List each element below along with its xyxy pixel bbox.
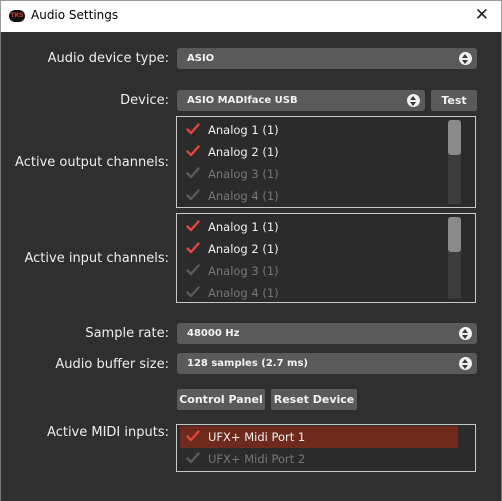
input-channel-item[interactable]: Analog 2 (1) [180, 238, 458, 260]
midi-input-item[interactable]: UFX+ Midi Port 1 [180, 426, 458, 448]
input-channel-label: Analog 1 (1) [208, 220, 279, 234]
device-type-select[interactable]: ASIO [177, 48, 477, 69]
output-channel-label: Analog 3 (1) [208, 167, 279, 181]
dropdown-arrows-icon [407, 94, 420, 107]
input-channels-label: Active input channels: [24, 251, 169, 266]
input-channel-label: Analog 4 (1) [208, 286, 279, 300]
input-channels-list: Analog 1 (1) Analog 2 (1) Analog 3 (1) A… [176, 213, 476, 303]
device-value: ASIO MADIface USB [187, 95, 298, 106]
midi-inputs-label: Active MIDI inputs: [47, 425, 169, 440]
output-channel-label: Analog 2 (1) [208, 145, 279, 159]
output-channels-label: Active output channels: [15, 155, 169, 170]
output-channel-item[interactable]: Analog 2 (1) [180, 141, 458, 163]
checkmark-icon[interactable] [186, 166, 200, 180]
buffer-size-select[interactable]: 128 samples (2.7 ms) [177, 353, 477, 374]
checkmark-icon[interactable] [186, 451, 200, 465]
output-channels-list: Analog 1 (1) Analog 2 (1) Analog 3 (1) A… [176, 116, 476, 208]
checkmark-icon[interactable] [186, 263, 200, 277]
midi-input-label: UFX+ Midi Port 2 [208, 452, 306, 466]
input-scrollbar-thumb[interactable] [448, 217, 461, 252]
device-label: Device: [120, 93, 169, 108]
settings-panel: Audio device type: ASIO Device: ASIO MAD… [0, 32, 502, 501]
checkmark-icon[interactable] [186, 144, 200, 158]
checkmark-icon[interactable] [186, 429, 200, 443]
checkmark-icon[interactable] [186, 219, 200, 233]
device-type-label: Audio device type: [47, 51, 169, 66]
midi-input-label: UFX+ Midi Port 1 [208, 430, 306, 444]
checkmark-icon[interactable] [186, 122, 200, 136]
sample-rate-select[interactable]: 48000 Hz [177, 323, 477, 344]
output-channel-item[interactable]: Analog 4 (1) [180, 185, 458, 207]
output-channel-label: Analog 4 (1) [208, 189, 279, 203]
midi-input-item[interactable]: UFX+ Midi Port 2 [180, 448, 458, 470]
buffer-size-value: 128 samples (2.7 ms) [187, 358, 308, 369]
device-select[interactable]: ASIO MADIface USB [177, 90, 425, 111]
checkmark-icon[interactable] [186, 285, 200, 299]
input-channel-label: Analog 3 (1) [208, 264, 279, 278]
dropdown-arrows-icon [459, 327, 472, 340]
reset-device-button[interactable]: Reset Device [271, 389, 357, 410]
output-channel-item[interactable]: Analog 1 (1) [180, 119, 458, 141]
checkmark-icon[interactable] [186, 241, 200, 255]
output-channel-item[interactable]: Analog 3 (1) [180, 163, 458, 185]
dropdown-arrows-icon [459, 357, 472, 370]
buffer-size-label: Audio buffer size: [55, 357, 169, 372]
app-logo-icon: TRS [9, 10, 25, 22]
sample-rate-value: 48000 Hz [187, 328, 240, 339]
window-title: Audio Settings [31, 8, 119, 22]
dropdown-arrows-icon [459, 52, 472, 65]
checkmark-icon[interactable] [186, 188, 200, 202]
control-panel-button[interactable]: Control Panel [177, 389, 265, 410]
midi-inputs-list: UFX+ Midi Port 1 UFX+ Midi Port 2 [176, 424, 476, 472]
output-scrollbar-thumb[interactable] [448, 120, 461, 155]
close-icon[interactable]: ✕ [475, 5, 489, 25]
input-channel-item[interactable]: Analog 4 (1) [180, 282, 458, 302]
input-channel-item[interactable]: Analog 3 (1) [180, 260, 458, 282]
device-type-value: ASIO [187, 53, 215, 64]
sample-rate-label: Sample rate: [85, 326, 169, 341]
input-channel-item[interactable]: Analog 1 (1) [180, 216, 458, 238]
output-channel-label: Analog 1 (1) [208, 123, 279, 137]
title-bar: TRS Audio Settings ✕ [0, 0, 502, 32]
input-channel-label: Analog 2 (1) [208, 242, 279, 256]
test-button[interactable]: Test [431, 90, 477, 111]
